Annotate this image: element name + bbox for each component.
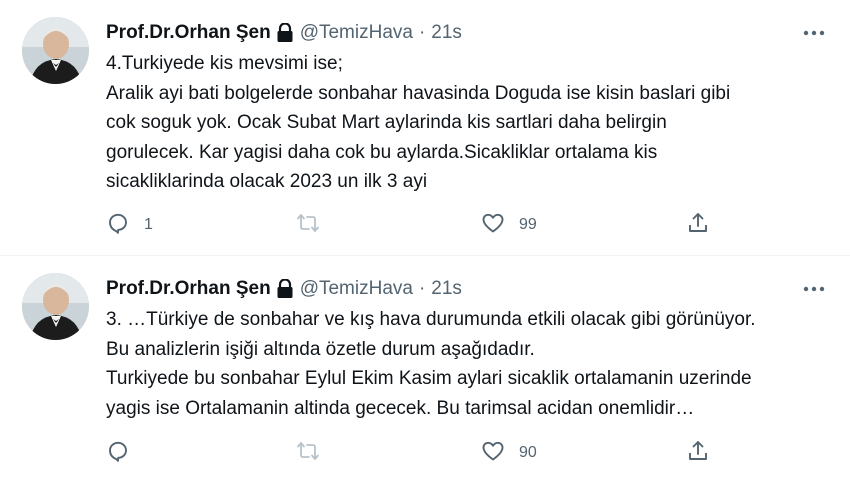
like-count: 99 (519, 216, 537, 233)
more-icon[interactable] (796, 277, 832, 301)
reply-icon (106, 439, 130, 468)
lock-icon (276, 279, 294, 299)
separator-dot: · (418, 22, 426, 43)
tweet-header: Prof.Dr.Orhan Şen @TemizHava · 21s (106, 20, 462, 46)
avatar[interactable] (22, 273, 89, 340)
share-button[interactable] (686, 211, 710, 239)
tweet-text: 3. …Türkiye de sonbahar ve kış hava duru… (106, 305, 826, 423)
tweet-text-line: 4.Turkiyede kis mevsimi ise; (106, 53, 343, 74)
lock-icon (276, 23, 294, 43)
author-handle[interactable]: @TemizHava (300, 278, 413, 300)
separator-dot: · (418, 278, 426, 299)
tweet[interactable]: Prof.Dr.Orhan Şen @TemizHava · 21s 3. …T… (0, 256, 850, 480)
share-icon (686, 211, 710, 240)
tweet-text-line: sicakliklarinda olacak 2023 un ilk 3 ayi (106, 171, 428, 192)
more-icon[interactable] (796, 21, 832, 45)
tweet-text: 4.Turkiyede kis mevsimi ise; Aralik ayi … (106, 49, 826, 197)
retweet-button[interactable] (296, 211, 334, 239)
reply-button[interactable]: 1 (106, 211, 153, 239)
reply-count: 1 (144, 216, 153, 233)
avatar[interactable] (22, 17, 89, 84)
tweet-text-line: yagis ise Ortalamanin altinda gececek. B… (106, 397, 695, 419)
tweet-header: Prof.Dr.Orhan Şen @TemizHava · 21s (106, 276, 462, 302)
tweet-text-line: Turkiyede bu sonbahar Eylul Ekim Kasim a… (106, 368, 752, 389)
heart-icon (481, 439, 505, 468)
author-name[interactable]: Prof.Dr.Orhan Şen (106, 278, 271, 300)
tweet-text-line: gorulecek. Kar yagisi daha cok bu aylard… (106, 141, 658, 163)
tweet[interactable]: Prof.Dr.Orhan Şen @TemizHava · 21s 4.Tur… (0, 0, 850, 256)
timestamp[interactable]: 21s (431, 22, 462, 44)
tweet-text-line: Aralik ayi bati bolgelerde sonbahar hava… (106, 82, 731, 104)
like-count: 90 (519, 444, 537, 461)
tweet-text-line: Bu analizlerin işiği altında özetle duru… (106, 338, 535, 360)
tweet-actions: 90 (106, 439, 726, 467)
author-name[interactable]: Prof.Dr.Orhan Şen (106, 22, 271, 44)
share-button[interactable] (686, 439, 710, 467)
retweet-icon (296, 211, 320, 240)
retweet-button[interactable] (296, 439, 334, 467)
reply-icon (106, 211, 130, 240)
tweet-actions: 1 99 (106, 211, 726, 239)
reply-button[interactable] (106, 439, 144, 467)
retweet-icon (296, 439, 320, 468)
share-icon (686, 439, 710, 468)
like-button[interactable]: 90 (481, 439, 537, 467)
tweet-text-line: cok soguk yok. Ocak Subat Mart aylarinda… (106, 112, 667, 133)
author-handle[interactable]: @TemizHava (300, 22, 413, 44)
tweet-text-line: 3. …Türkiye de sonbahar ve kış hava duru… (106, 309, 756, 330)
timestamp[interactable]: 21s (431, 278, 462, 300)
heart-icon (481, 211, 505, 240)
like-button[interactable]: 99 (481, 211, 537, 239)
